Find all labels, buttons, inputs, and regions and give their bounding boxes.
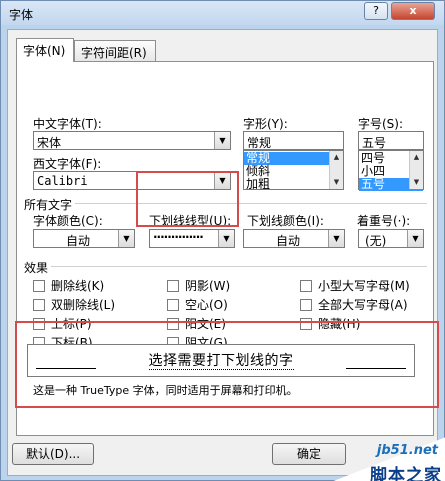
font-size-input[interactable]: 五号 (358, 131, 424, 150)
font-size-label: 字号(S): (358, 117, 404, 131)
emphasis-mark-select[interactable]: (无) ▼ (358, 229, 424, 248)
chevron-down-icon[interactable]: ▼ (118, 230, 134, 247)
checkbox-box[interactable] (167, 279, 179, 292)
dialog-body: 字体(N) 字符间距(R) 中文字体(T): 宋体 ▼ 西文字体(F): Cal… (7, 29, 438, 476)
underline-color-select[interactable]: 自动 ▼ (243, 229, 345, 248)
chinese-font-value: 宋体 (37, 136, 62, 150)
chevron-down-icon[interactable]: ▼ (328, 230, 344, 247)
small-caps-checkbox[interactable]: 小型大写字母(M) (300, 277, 410, 294)
outline-checkbox[interactable]: 空心(O) (167, 296, 228, 313)
font-style-scrollbar[interactable]: ▲ ▼ (329, 151, 343, 189)
preview-highlight (15, 321, 439, 408)
all-text-section-label: 所有文字 (24, 198, 73, 212)
emphasis-mark-value: (无) (365, 234, 387, 248)
font-style-input[interactable]: 常规 (243, 131, 344, 150)
font-color-select[interactable]: 自动 ▼ (33, 229, 135, 248)
western-font-label: 西文字体(F): (33, 157, 102, 171)
checkbox-label: 阴影(W) (185, 279, 231, 293)
underline-style-value: ·············· (153, 230, 204, 244)
checkbox-label: 空心(O) (185, 298, 228, 312)
font-color-value: 自动 (66, 234, 91, 248)
default-button[interactable]: 默认(D)... (12, 443, 94, 465)
divider (75, 203, 427, 204)
double-strikethrough-checkbox[interactable]: 双删除线(L) (33, 296, 115, 313)
chevron-down-icon[interactable]: ▼ (214, 132, 230, 149)
checkbox-box[interactable] (33, 279, 45, 292)
checkbox-box[interactable] (33, 298, 45, 311)
tab-font[interactable]: 字体(N) (16, 38, 74, 62)
font-size-scrollbar[interactable]: ▲ ▼ (409, 151, 423, 189)
chinese-font-label: 中文字体(T): (33, 117, 102, 131)
font-color-label: 字体颜色(C): (33, 214, 103, 228)
tab-character-spacing[interactable]: 字符间距(R) (74, 40, 156, 62)
checkbox-label: 全部大写字母(A) (318, 298, 408, 312)
watermark-site: jb51.net (376, 443, 438, 458)
arrow-up-icon[interactable]: ▲ (410, 151, 423, 164)
font-style-list[interactable]: 常规 倾斜 加粗 ▲ ▼ (243, 150, 344, 191)
arrow-down-icon[interactable]: ▼ (330, 176, 343, 189)
checkbox-box[interactable] (300, 298, 312, 311)
underline-color-label: 下划线颜色(I): (247, 214, 324, 228)
chinese-font-select[interactable]: 宋体 ▼ (33, 131, 231, 150)
shadow-checkbox[interactable]: 阴影(W) (167, 277, 230, 294)
dialog-title: 字体 (9, 8, 34, 22)
strikethrough-checkbox[interactable]: 删除线(K) (33, 277, 104, 294)
watermark-name: 脚本之家 (370, 466, 442, 481)
watermark: jb51.net 脚本之家 (331, 437, 445, 481)
all-caps-checkbox[interactable]: 全部大写字母(A) (300, 296, 408, 313)
title-bar: 字体 ? x (1, 1, 444, 25)
chevron-down-icon[interactable]: ▼ (218, 230, 234, 247)
underline-color-value: 自动 (276, 234, 301, 248)
font-size-list[interactable]: 四号 小四 五号 ▲ ▼ (358, 150, 424, 191)
close-button[interactable]: x (391, 2, 435, 20)
checkbox-label: 双删除线(L) (51, 298, 116, 312)
checkbox-label: 小型大写字母(M) (318, 279, 410, 293)
divider (51, 266, 427, 267)
chevron-down-icon[interactable]: ▼ (407, 230, 423, 247)
font-dialog: 字体 ? x 字体(N) 字符间距(R) 中文字体(T): 宋体 ▼ 西文字体(… (0, 0, 445, 481)
checkbox-box[interactable] (300, 279, 312, 292)
underline-style-highlight (136, 171, 239, 227)
emphasis-mark-label: 着重号(·): (357, 214, 411, 228)
effects-section-label: 效果 (24, 261, 49, 275)
checkbox-box[interactable] (167, 298, 179, 311)
western-font-value: Calibri (37, 174, 88, 188)
checkbox-label: 删除线(K) (51, 279, 105, 293)
help-button[interactable]: ? (364, 2, 388, 20)
arrow-up-icon[interactable]: ▲ (330, 151, 343, 164)
font-style-label: 字形(Y): (243, 117, 288, 131)
underline-style-select[interactable]: ·············· ▼ (149, 229, 235, 248)
arrow-down-icon[interactable]: ▼ (410, 176, 423, 189)
